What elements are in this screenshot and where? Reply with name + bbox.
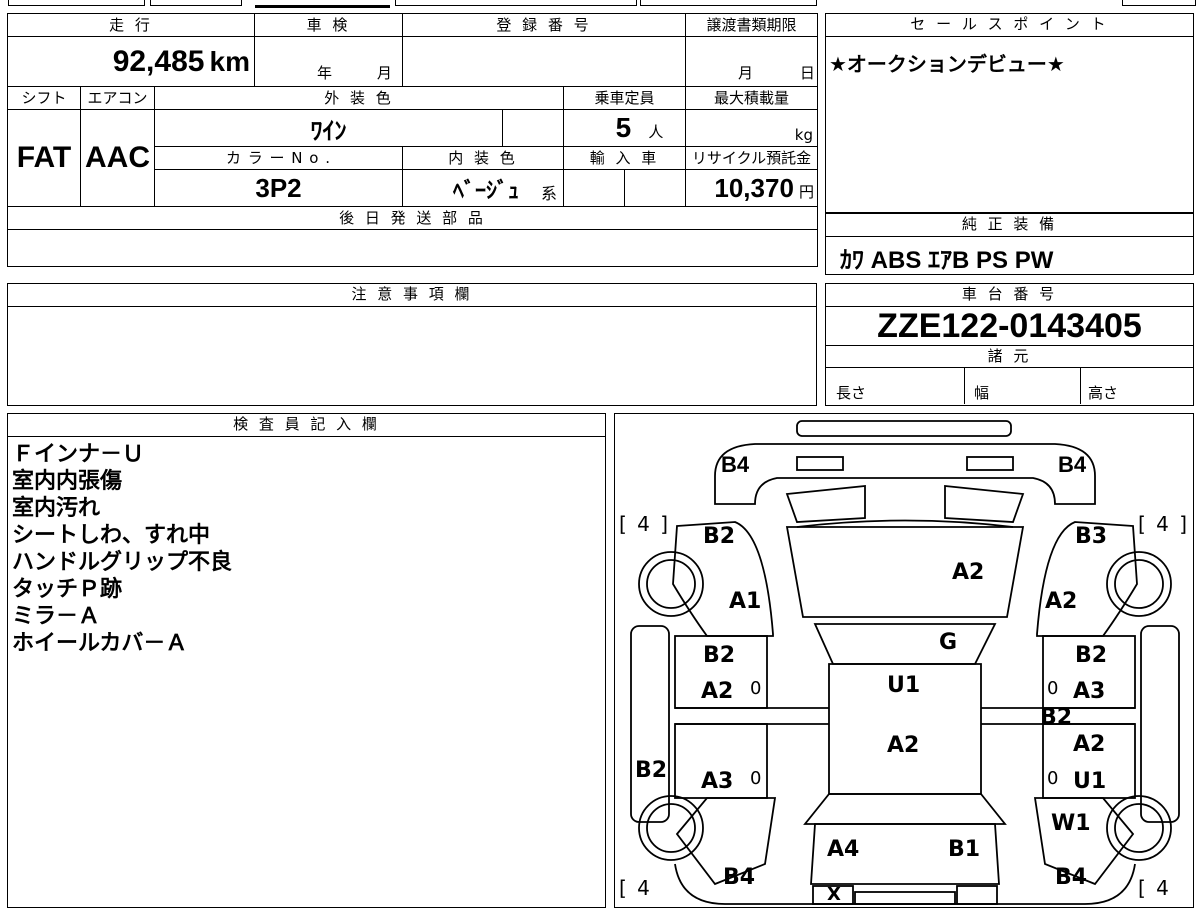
tire-tread-front-right: [ 4 ] xyxy=(1138,512,1190,536)
aircon-value: AAC xyxy=(85,141,150,174)
exterior-color-value: ﾜｲﾝ xyxy=(310,117,347,145)
top-strip xyxy=(0,0,1200,8)
damage-mark: X xyxy=(827,884,841,905)
capacity-value: 5 xyxy=(615,112,632,143)
damage-mark: G xyxy=(939,630,958,655)
car-diagram xyxy=(630,420,1180,905)
sales-point-text: ★オークションデビュー★ xyxy=(829,52,1065,76)
transfer-month-unit: 月 xyxy=(738,64,754,82)
damage-mark: 0 xyxy=(750,678,762,699)
max-load-label: 最大積載量 xyxy=(685,86,819,110)
damage-mark: B2 xyxy=(1040,705,1073,730)
inspector-panel: 検 査 員 記 入 欄 Ｆインナ－Ｕ 室内内張傷 室内汚れ シートしわ、すれ中 … xyxy=(7,413,606,908)
inspector-note: 室内内張傷 xyxy=(12,469,123,494)
capacity-unit: 人 xyxy=(648,123,664,141)
aircon-label: エアコン xyxy=(80,86,155,110)
capacity-label: 乗車定員 xyxy=(563,86,687,110)
recycle-fee-unit: 円 xyxy=(799,182,815,201)
shift-label: シフト xyxy=(7,86,81,110)
chassis-label: 車 台 番 号 xyxy=(826,284,1193,307)
inspection-label: 車 検 xyxy=(254,13,404,37)
later-parts-value xyxy=(6,229,819,267)
vehicle-info-table: 走 行 車 検 登 録 番 号 譲渡書類期限 92,485 km 年 月 月 日… xyxy=(6,13,819,267)
length-label: 長さ xyxy=(836,384,867,402)
tire-tread-front-left: [ 4 ] xyxy=(619,512,671,536)
equipment-value: ｶﾜ ABS ｴｱB PS PW xyxy=(840,247,1054,274)
caution-panel: 注 意 事 項 欄 xyxy=(7,283,817,406)
inspector-note: Ｆインナ－Ｕ xyxy=(12,442,145,467)
chassis-panel: 車 台 番 号 ZZE122-0143405 諸 元 長さ 幅 高さ xyxy=(825,283,1194,406)
exterior-color-label: 外 装 色 xyxy=(153,86,565,110)
transfer-day-unit: 日 xyxy=(799,64,815,82)
recycle-fee-label: リサイクル預託金 xyxy=(685,146,819,170)
damage-mark: A4 xyxy=(827,837,860,862)
damage-mark: B4 xyxy=(1055,865,1088,890)
mileage-value: 92,485 xyxy=(112,44,205,78)
damage-mark: U1 xyxy=(1073,769,1107,794)
inspector-note: シートしわ、すれ中 xyxy=(12,523,211,548)
inspection-year-unit: 年 xyxy=(317,64,333,82)
registration-value xyxy=(402,36,687,87)
damage-mark: B2 xyxy=(703,524,736,549)
damage-mark: A2 xyxy=(1045,589,1078,614)
damage-mark: B1 xyxy=(948,837,981,862)
damage-mark: U1 xyxy=(887,673,921,698)
height-label: 高さ xyxy=(1088,384,1119,402)
inspector-note: タッチＰ跡 xyxy=(12,577,123,602)
inspector-label: 検 査 員 記 入 欄 xyxy=(8,414,605,437)
caution-label: 注 意 事 項 欄 xyxy=(8,284,816,307)
shift-value: FAT xyxy=(16,141,72,174)
damage-mark: A3 xyxy=(701,769,734,794)
import-label: 輸 入 車 xyxy=(563,146,687,170)
damage-mark: A3 xyxy=(1073,679,1106,704)
damage-mark: B2 xyxy=(1075,643,1108,668)
mileage-unit: km xyxy=(209,45,251,77)
color-no-label: カ ラ ー N o . xyxy=(153,146,404,170)
inspector-note: 室内汚れ xyxy=(12,496,101,521)
spec-label: 諸 元 xyxy=(826,345,1193,368)
damage-mark: B4 xyxy=(1058,452,1087,477)
damage-mark: 0 xyxy=(1047,678,1059,699)
damage-mark: B4 xyxy=(723,865,756,890)
damage-mark: A2 xyxy=(887,733,920,758)
equipment-label: 純 正 装 備 xyxy=(826,214,1193,237)
width-label: 幅 xyxy=(974,384,990,402)
max-load-unit: kg xyxy=(685,109,819,147)
color-no-value: 3P2 xyxy=(255,172,302,203)
inspection-month-unit: 月 xyxy=(376,64,392,82)
sales-point-label: セ ー ル ス ポ イ ン ト xyxy=(826,14,1193,37)
damage-mark: 0 xyxy=(750,768,762,789)
sales-point-panel: セ ー ル ス ポ イ ン ト ★オークションデビュー★ xyxy=(825,13,1194,213)
mileage-label: 走 行 xyxy=(6,13,256,37)
tire-tread-rear-left: [ 4 xyxy=(619,876,652,900)
chassis-number: ZZE122-0143405 xyxy=(877,307,1142,345)
inspector-note: ハンドルグリップ不良 xyxy=(12,550,233,575)
later-parts-label: 後 日 発 送 部 品 xyxy=(6,206,819,230)
interior-color-label: 内 装 色 xyxy=(402,146,565,170)
interior-color-value: ﾍﾞｰｼﾞｭ xyxy=(453,178,520,203)
damage-mark: A2 xyxy=(1073,732,1106,757)
car-diagram-panel: [ 4 ] [ 4 ] [ 4 [ 4 B4 B4 B2 B3 A2 A1 A2… xyxy=(614,413,1194,908)
inspector-note: ミラ－Ａ xyxy=(12,604,101,629)
damage-mark: A2 xyxy=(952,560,985,585)
damage-mark: A1 xyxy=(729,589,762,614)
transfer-deadline-label: 譲渡書類期限 xyxy=(685,13,819,37)
damage-mark: A2 xyxy=(701,679,734,704)
damage-mark: W1 xyxy=(1051,811,1091,836)
damage-mark: B3 xyxy=(1075,524,1108,549)
damage-mark: 0 xyxy=(1047,768,1059,789)
registration-label: 登 録 番 号 xyxy=(402,13,687,37)
damage-mark: B2 xyxy=(635,758,668,783)
tire-tread-rear-right: [ 4 xyxy=(1138,876,1171,900)
recycle-fee-value: 10,370 xyxy=(714,172,794,203)
damage-mark: B2 xyxy=(703,643,736,668)
damage-mark: B4 xyxy=(721,452,750,477)
inspector-note: ホイールカバ－Ａ xyxy=(12,631,188,656)
equipment-panel: 純 正 装 備 ｶﾜ ABS ｴｱB PS PW xyxy=(825,213,1194,275)
interior-color-suffix: 系 xyxy=(541,184,558,203)
